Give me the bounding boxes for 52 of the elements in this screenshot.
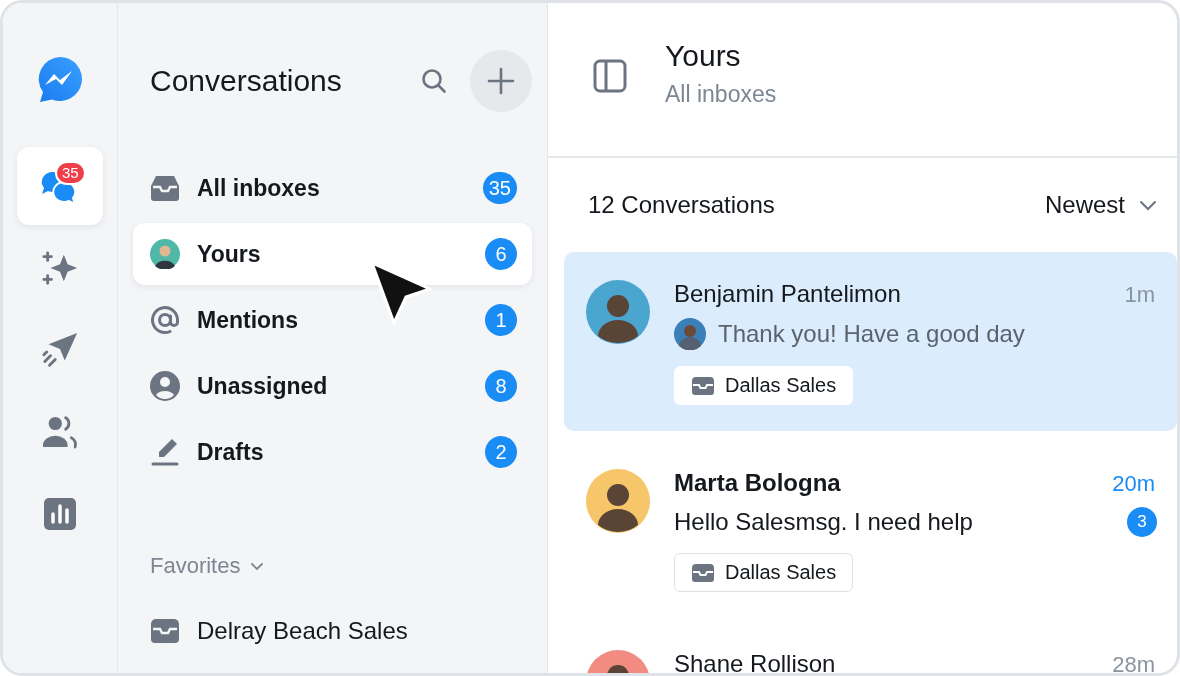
unread-badge: 35: [55, 161, 86, 185]
inbox-nav-item[interactable]: Unassigned 8: [133, 355, 532, 417]
inbox-nav-item[interactable]: All inboxes 35: [133, 157, 532, 219]
inbox-tag: Dallas Sales: [674, 366, 854, 405]
bar-chart-icon: [43, 497, 77, 531]
contact-name: Shane Rollison: [674, 650, 836, 673]
panel-title: Conversations: [150, 64, 343, 98]
plus-icon: [486, 66, 516, 96]
count-badge: 8: [485, 370, 517, 402]
count-badge: 1: [485, 304, 517, 336]
view-title: Yours: [665, 39, 742, 73]
paper-plane-icon: [41, 331, 79, 369]
logo-icon: [36, 55, 84, 103]
count-badge: 35: [482, 172, 517, 204]
count-badge: 6: [485, 238, 517, 270]
inbox-tray-icon: [691, 375, 715, 396]
favorite-inbox-link[interactable]: Delray Beach Sales: [197, 617, 408, 645]
inbox-nav-item[interactable]: Yours 6: [133, 223, 532, 285]
nav-label: Unassigned: [197, 372, 329, 400]
nav-label: Drafts: [197, 438, 265, 466]
sparkle-icon: [41, 249, 79, 287]
search-icon: [420, 67, 448, 95]
message-preview: Hello Salesmsg. I need help: [674, 508, 974, 536]
nav-label: All inboxes: [197, 174, 321, 202]
message-time: 28m: [1112, 652, 1155, 673]
contact-name: Benjamin Pantelimon: [674, 280, 901, 308]
at-sign-icon: [150, 305, 180, 335]
sidebar-toggle-icon[interactable]: [593, 58, 627, 93]
inbox-tray-icon: [691, 562, 715, 583]
conversation-item[interactable]: Benjamin Pantelimon 1m Thank you! Have a good day Dallas Sales: [564, 252, 1177, 431]
inbox-nav-item[interactable]: Drafts 2: [133, 421, 532, 483]
unread-count-badge: 3: [1127, 507, 1157, 537]
conversation-count: 12 Conversations: [588, 191, 775, 219]
count-badge: 2: [485, 436, 517, 468]
contacts-icon: [41, 415, 79, 449]
message-preview: Thank you! Have a good day: [718, 320, 1026, 348]
inbox-tray-icon: [150, 618, 180, 644]
sort-dropdown[interactable]: Newest: [1044, 191, 1157, 219]
view-subtitle: All inboxes: [665, 81, 777, 108]
contact-name: Marta Bologna: [674, 469, 841, 497]
inbox-tag: Dallas Sales: [674, 553, 854, 592]
conversation-item[interactable]: Marta Bologna 20m Hello Salesmsg. I need help 3 Dallas Sales: [564, 441, 1177, 618]
message-time: 1m: [1124, 282, 1155, 308]
message-time: 20m: [1112, 471, 1155, 497]
conversation-item[interactable]: Shane Rollison 28m: [564, 622, 1177, 673]
rail-nav-button[interactable]: 35: [17, 147, 103, 225]
nav-label: Yours: [197, 240, 262, 268]
user-avatar-icon: [150, 239, 180, 269]
nav-label: Mentions: [197, 306, 299, 334]
user-circle-icon: [150, 371, 180, 401]
inbox-tray-icon: [150, 174, 180, 202]
pen-icon: [150, 437, 180, 467]
